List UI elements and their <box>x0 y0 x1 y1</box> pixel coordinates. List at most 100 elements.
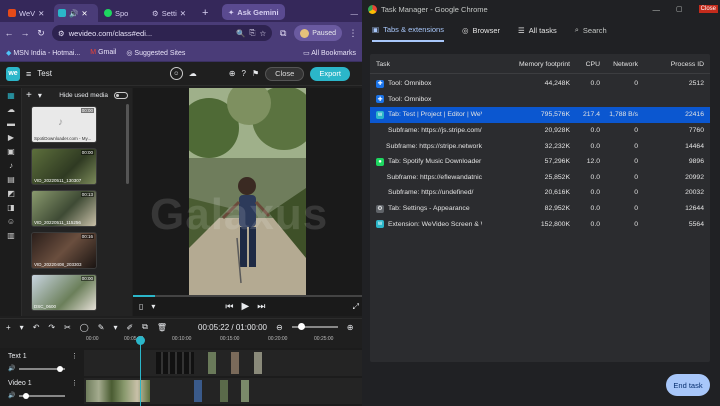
tab-browser[interactable]: ◎ Browser <box>462 26 500 35</box>
media-item[interactable]: 00:13 VID_20220511_115256 <box>31 190 97 227</box>
table-row[interactable]: ✚ Tool: Omnibox 44,248K 0.0 0 2512 <box>370 76 710 92</box>
zoom-in-icon[interactable]: ⊕ <box>347 323 354 332</box>
close-icon[interactable]: ✕ <box>38 9 44 18</box>
help-icon[interactable]: ? <box>242 69 246 78</box>
music-icon[interactable]: ♪ <box>0 158 22 172</box>
hamburger-icon[interactable]: ≡ <box>26 69 31 79</box>
timeline-clip[interactable] <box>220 380 228 402</box>
column-header-cpu[interactable]: CPU <box>570 61 600 68</box>
url-input[interactable]: ⚙ wevideo.com/class#edi... 🔍 ⎘ ☆ <box>52 25 273 41</box>
profile-button[interactable]: Paused <box>294 25 342 41</box>
project-title[interactable]: Test <box>37 69 52 78</box>
window-close-button[interactable]: Close <box>698 5 718 13</box>
folder-icon[interactable]: ▬ <box>0 116 22 130</box>
media-scrollbar[interactable] <box>126 104 129 184</box>
ask-gemini-button[interactable]: ✦ Ask Gemini <box>222 4 285 20</box>
zoom-slider[interactable] <box>291 323 338 330</box>
new-tab-button[interactable]: + <box>198 4 212 22</box>
tab-wevideo-1[interactable]: WeV ✕ <box>4 4 52 22</box>
zoom-out-icon[interactable]: ⊖ <box>276 323 283 332</box>
copy-icon[interactable]: ⧉ <box>142 322 148 332</box>
column-header-network[interactable]: Network <box>600 61 638 68</box>
volume-slider[interactable] <box>19 365 66 372</box>
bookmark-suggested[interactable]: ◎ Suggested Sites <box>126 49 185 57</box>
menu-icon[interactable]: ⋮ <box>348 28 358 39</box>
skip-forward-icon[interactable]: ⏭ <box>257 301 265 312</box>
table-row[interactable]: w Extension: WeVideo Screen & W 152,800K 0.… <box>370 216 710 232</box>
share-icon[interactable]: ⎘ <box>250 28 256 38</box>
speaker-icon[interactable]: 🔊 <box>8 365 15 372</box>
media-item[interactable]: 00:00 VID_20220511_130307 <box>31 148 97 185</box>
all-bookmarks[interactable]: ▭ All Bookmarks <box>303 49 356 57</box>
media-grid-icon[interactable]: ▦ <box>0 88 22 102</box>
flag-icon[interactable]: ⚑ <box>252 69 259 78</box>
star-icon[interactable]: ☆ <box>260 29 267 38</box>
table-row[interactable]: Subframe: https://undefined/20,616K 0.0 0 2… <box>370 185 710 201</box>
preview-progress-track[interactable] <box>133 295 362 297</box>
redo-icon[interactable]: ↷ <box>48 323 55 332</box>
comment-icon[interactable]: ◯ <box>80 323 89 332</box>
reload-icon[interactable]: ↻ <box>36 28 46 39</box>
user-icon[interactable]: ☺ <box>169 67 183 80</box>
end-task-button[interactable]: End task <box>666 374 710 396</box>
chevron-down-icon[interactable]: ▾ <box>113 323 117 332</box>
table-row[interactable]: Subframe: https://eflewandatnic 25,852K 0.… <box>370 170 710 186</box>
search-box[interactable]: ⌕ Search <box>575 25 607 35</box>
media-item[interactable]: 00:16 VID_20220408_203303 <box>31 232 97 269</box>
bookmark-gmail[interactable]: M Gmail <box>90 49 116 56</box>
search-icon[interactable]: 🔍 <box>236 29 245 38</box>
wevideo-logo[interactable]: we <box>6 66 20 81</box>
chevron-down-icon[interactable]: ▾ <box>38 91 42 100</box>
cloud-icon[interactable]: ☁ <box>189 69 197 78</box>
aspect-icon[interactable]: ▯ <box>139 302 143 311</box>
video-track-lane[interactable] <box>84 378 362 404</box>
timeline-clip[interactable] <box>194 380 202 402</box>
add-track-icon[interactable]: + <box>6 323 11 332</box>
timeline-clip[interactable] <box>231 352 239 374</box>
volume-slider[interactable] <box>19 392 66 399</box>
column-header-pid[interactable]: Process ID <box>656 61 704 68</box>
table-row[interactable]: Subframe: https://js.stripe.com/20,928K 0… <box>370 123 710 139</box>
minimize-button[interactable]: — <box>347 4 363 22</box>
skip-back-icon[interactable]: ⏮ <box>225 301 233 312</box>
play-icon[interactable]: ▶ <box>242 301 250 312</box>
close-icon[interactable]: ✕ <box>180 9 186 18</box>
column-header-task[interactable]: Task <box>376 61 482 68</box>
minimize-icon[interactable]: — <box>653 5 661 14</box>
menu-icon[interactable]: ⋮ <box>71 379 78 387</box>
text-icon[interactable]: ▤ <box>0 172 22 186</box>
tab-wevideo-active[interactable]: 🔊 ✕ <box>54 4 98 22</box>
speaker-icon[interactable]: 🔊 <box>8 392 15 399</box>
export-button[interactable]: Export <box>310 66 350 81</box>
transition-icon[interactable]: ◩ <box>0 186 22 200</box>
chevron-down-icon[interactable]: ▾ <box>151 302 155 311</box>
close-icon[interactable]: ✕ <box>81 9 87 18</box>
tab-tabs-extensions[interactable]: ▣ Tabs & extensions <box>372 18 444 42</box>
chevron-down-icon[interactable]: ▾ <box>20 323 24 332</box>
image-icon[interactable]: ▣ <box>0 144 22 158</box>
pen-icon[interactable]: ✎ <box>98 323 105 332</box>
edit-icon[interactable]: ✐ <box>126 323 133 332</box>
cut-icon[interactable]: ✂ <box>64 323 71 332</box>
playhead-handle[interactable] <box>136 336 145 345</box>
plugin-icon[interactable]: ▥ <box>0 228 22 242</box>
tab-all-tasks[interactable]: ☰ All tasks <box>518 26 557 35</box>
undo-icon[interactable]: ↶ <box>33 323 40 332</box>
layers-icon[interactable]: ◨ <box>0 200 22 214</box>
add-media-icon[interactable]: + <box>26 90 32 101</box>
tab-settings[interactable]: ⚙ Setti ✕ <box>148 4 196 22</box>
media-item[interactable]: 00:00 ♪ SpotiDownloader.com - My... <box>31 106 97 143</box>
extensions-icon[interactable]: ⧉ <box>278 28 288 39</box>
timeline-clip[interactable] <box>208 352 216 374</box>
table-row[interactable]: ● Tab: Spotify Music Downloader (57,296K 1… <box>370 154 710 170</box>
table-row[interactable]: Subframe: https://stripe.network 32,232K 0… <box>370 138 710 154</box>
text-track-lane[interactable] <box>84 350 362 376</box>
delete-icon[interactable]: 🗑 <box>157 323 167 332</box>
timeline-clip[interactable] <box>254 352 262 374</box>
forward-icon[interactable]: → <box>20 28 30 38</box>
emoji-icon[interactable]: ☺ <box>0 214 22 228</box>
account-icon[interactable]: ⊕ <box>229 69 236 78</box>
column-header-memory[interactable]: Memory footprint <box>510 61 570 68</box>
site-info-icon[interactable]: ⚙ <box>58 29 65 38</box>
table-row[interactable]: ⚙ Tab: Settings - Appearance 82,952K 0.0 0 12… <box>370 201 710 217</box>
